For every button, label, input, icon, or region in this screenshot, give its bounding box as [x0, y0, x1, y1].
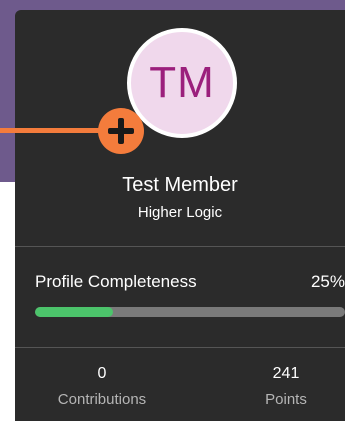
- contributions-label: Contributions: [57, 391, 147, 408]
- avatar[interactable]: TM: [127, 28, 237, 138]
- points-stat[interactable]: 241 Points: [241, 365, 331, 408]
- contributions-stat[interactable]: 0 Contributions: [43, 365, 161, 408]
- profile-completeness-value: 25%: [310, 272, 345, 291]
- member-organization: Higher Logic: [137, 204, 223, 221]
- plus-icon: [108, 118, 134, 144]
- profile-card: TM Test Member Higher Logic Profile Comp…: [15, 10, 345, 421]
- profile-widget-stage: TM Test Member Higher Logic Profile Comp…: [0, 0, 345, 421]
- points-count: 241: [272, 365, 300, 382]
- points-label: Points: [265, 391, 307, 408]
- divider: [15, 347, 345, 348]
- add-photo-button[interactable]: [98, 108, 144, 154]
- avatar-initials: TM: [149, 58, 215, 107]
- profile-completeness-label: Profile Completeness: [35, 272, 197, 291]
- annotation-pointer-line: [0, 128, 102, 133]
- member-name: Test Member: [122, 174, 238, 196]
- progress-fill: [35, 307, 113, 317]
- profile-completeness-progress-bar: [35, 307, 345, 317]
- divider: [15, 246, 345, 247]
- contributions-count: 0: [97, 365, 107, 382]
